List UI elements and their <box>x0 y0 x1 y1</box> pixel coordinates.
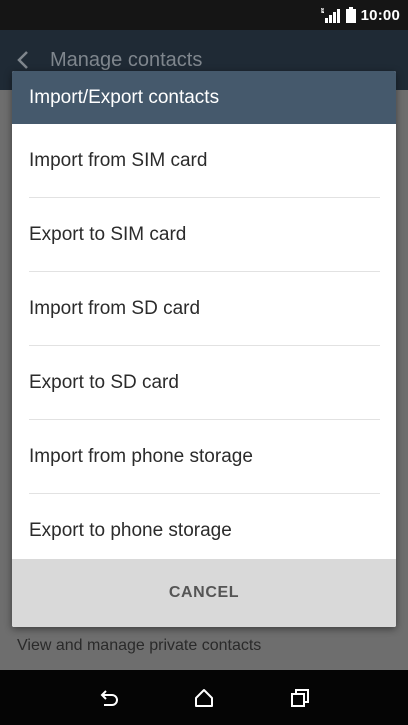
app-title: Manage contacts <box>50 48 203 71</box>
recents-icon <box>291 688 309 707</box>
private-contacts-text: View and manage private contacts <box>17 637 262 654</box>
nav-home-button[interactable] <box>184 678 224 718</box>
nav-recents-button[interactable] <box>280 678 320 718</box>
option-import-phone[interactable]: Import from phone storage <box>29 420 380 494</box>
option-import-sd[interactable]: Import from SD card <box>29 272 380 346</box>
battery-icon <box>345 7 356 23</box>
option-export-phone[interactable]: Export to phone storage <box>29 494 380 568</box>
home-icon <box>195 688 213 707</box>
status-time: 10:00 <box>360 6 400 24</box>
option-export-sd[interactable]: Export to SD card <box>29 346 380 420</box>
back-arrow-icon[interactable] <box>14 50 34 70</box>
import-export-dialog: Import/Export contacts Import from SIM c… <box>12 71 396 627</box>
svg-text:R: R <box>321 8 325 15</box>
navigation-bar <box>0 670 408 725</box>
nav-back-icon <box>100 689 118 706</box>
options-list: Import from SIM card Export to SIM card … <box>12 124 396 568</box>
option-export-sim[interactable]: Export to SIM card <box>29 198 380 272</box>
dialog-title: Import/Export contacts <box>12 71 396 124</box>
screen: R 10:00 Manage contacts View and manage … <box>0 0 408 725</box>
dialog-footer: CANCEL <box>12 559 396 627</box>
option-import-sim[interactable]: Import from SIM card <box>29 124 380 198</box>
cancel-button[interactable]: CANCEL <box>139 574 269 612</box>
status-bar: R 10:00 <box>0 0 408 30</box>
nav-back-button[interactable] <box>88 678 128 718</box>
signal-icon: R <box>320 8 340 23</box>
